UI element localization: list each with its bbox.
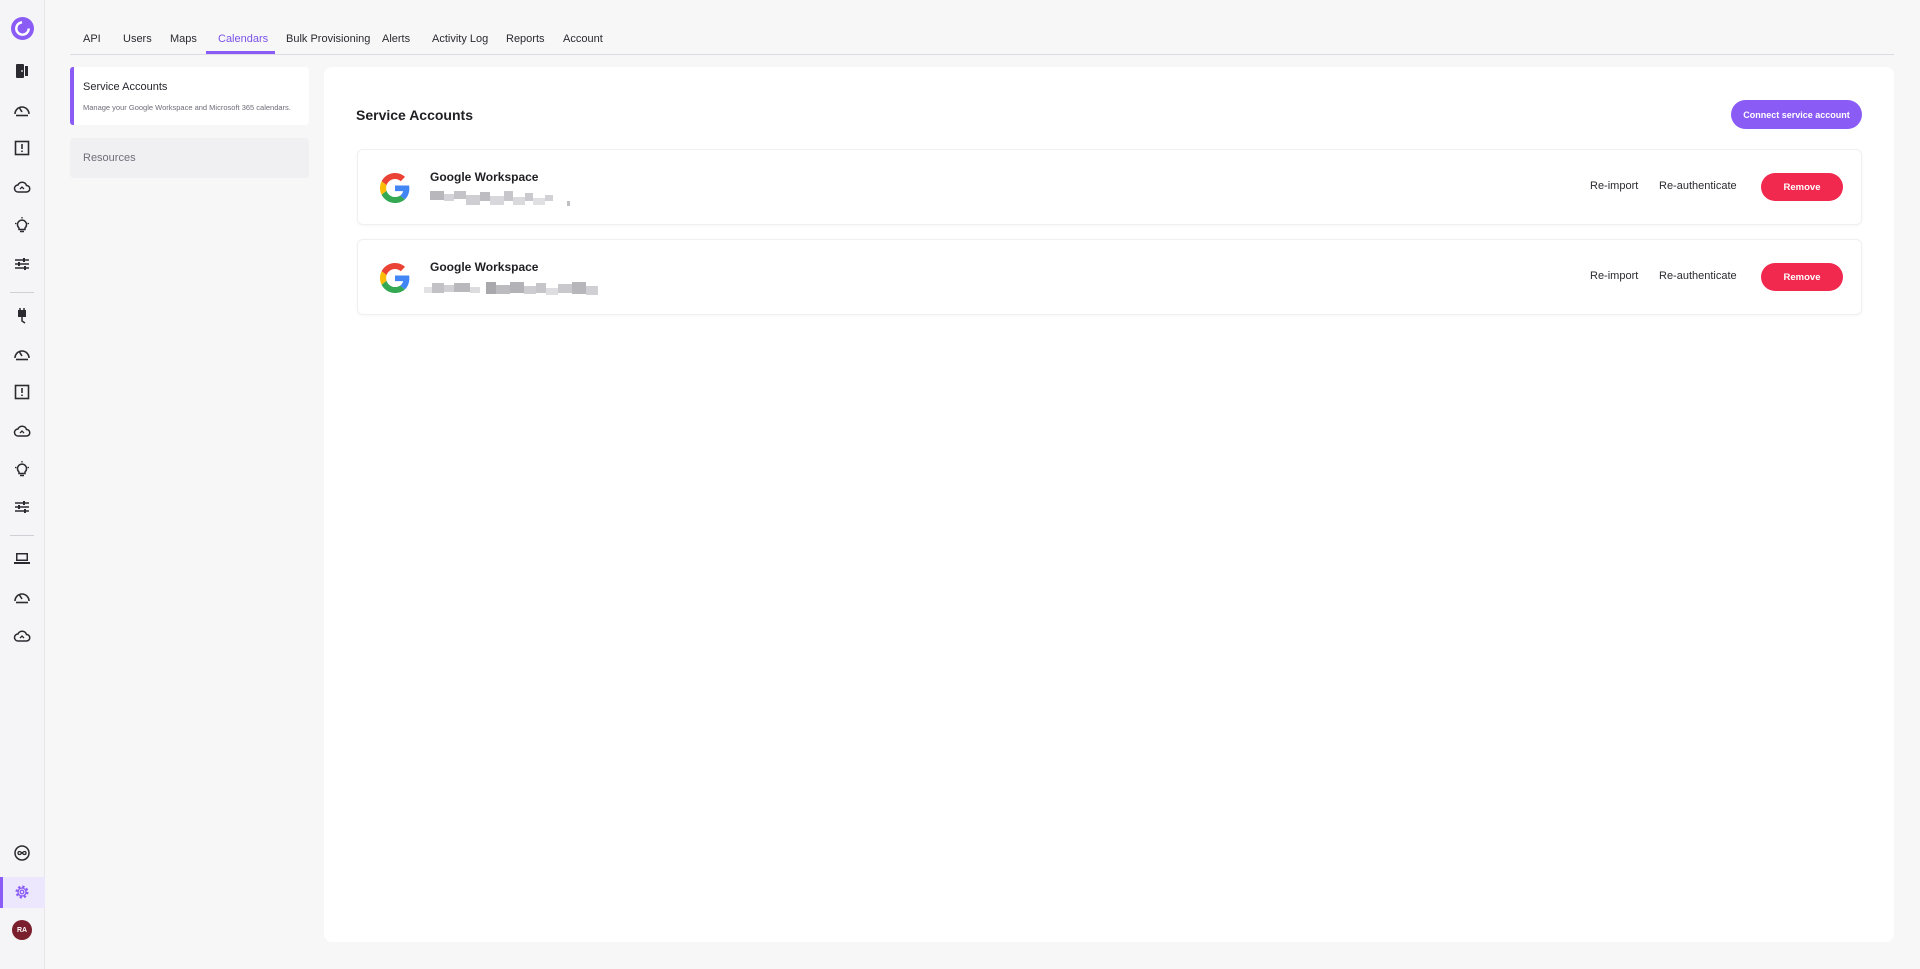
reauthenticate-button[interactable]: Re-authenticate (1659, 180, 1737, 192)
reimport-button[interactable]: Re-import (1590, 270, 1638, 282)
plug-icon[interactable] (10, 304, 34, 328)
tab-calendars[interactable]: Calendars (218, 33, 268, 45)
app-logo-icon[interactable] (11, 17, 34, 40)
tab-activity-log[interactable]: Activity Log (432, 33, 488, 45)
subnav-resources-label: Resources (83, 152, 136, 164)
laptop-icon[interactable] (10, 547, 34, 571)
lightbulb-icon[interactable] (10, 457, 34, 481)
gauge-icon[interactable] (10, 98, 34, 122)
sidebar-divider (10, 292, 34, 293)
active-nav-indicator (0, 877, 3, 908)
tab-account[interactable]: Account (563, 33, 603, 45)
tab-users[interactable]: Users (123, 33, 152, 45)
sidebar-divider (10, 535, 34, 536)
reimport-button[interactable]: Re-import (1590, 180, 1638, 192)
service-account-card: Google Workspace Re-import Re-authentica… (357, 149, 1862, 225)
sliders-icon[interactable] (10, 495, 34, 519)
cloud-icon[interactable] (10, 175, 34, 199)
subnav-resources[interactable]: Resources (70, 138, 309, 178)
account-email-redacted (430, 189, 575, 207)
gauge-icon[interactable] (10, 342, 34, 366)
remove-button[interactable]: Remove (1761, 173, 1843, 201)
page-title: Service Accounts (356, 107, 473, 123)
gear-icon[interactable] (10, 880, 34, 904)
tab-maps[interactable]: Maps (170, 33, 197, 45)
tab-reports[interactable]: Reports (506, 33, 545, 45)
tab-api[interactable]: API (83, 33, 101, 45)
door-icon[interactable] (10, 59, 34, 83)
tab-alerts[interactable]: Alerts (382, 33, 410, 45)
settings-tabs: API Users Maps Calendars Bulk Provisioni… (70, 0, 1894, 55)
main-panel: Service Accounts Connect service account… (324, 67, 1894, 942)
google-logo-icon (380, 173, 410, 203)
account-provider-name: Google Workspace (430, 260, 539, 274)
connect-service-account-button[interactable]: Connect service account (1731, 100, 1862, 129)
avatar[interactable]: RA (12, 920, 32, 940)
account-email-redacted (424, 279, 609, 297)
gauge-icon[interactable] (10, 585, 34, 609)
tab-bulk-provisioning[interactable]: Bulk Provisioning (286, 33, 370, 45)
alert-panel-icon[interactable] (10, 380, 34, 404)
subnav-service-accounts[interactable]: Service Accounts Manage your Google Work… (70, 67, 309, 125)
cloud-icon[interactable] (10, 419, 34, 443)
alert-panel-icon[interactable] (10, 136, 34, 160)
cloud-icon[interactable] (10, 624, 34, 648)
subnav-active-indicator (70, 67, 74, 125)
account-provider-name: Google Workspace (430, 170, 539, 184)
subnav-service-accounts-title: Service Accounts (83, 81, 168, 93)
infinity-icon[interactable] (10, 841, 34, 865)
lightbulb-icon[interactable] (10, 213, 34, 237)
remove-button[interactable]: Remove (1761, 263, 1843, 291)
reauthenticate-button[interactable]: Re-authenticate (1659, 270, 1737, 282)
service-account-card: Google Workspace Re-import Re-authentica… (357, 239, 1862, 315)
active-tab-underline (206, 51, 275, 54)
google-logo-icon (380, 263, 410, 293)
subnav-service-accounts-description: Manage your Google Workspace and Microso… (83, 103, 291, 112)
sliders-icon[interactable] (10, 252, 34, 276)
icon-sidebar: RA (0, 0, 45, 969)
